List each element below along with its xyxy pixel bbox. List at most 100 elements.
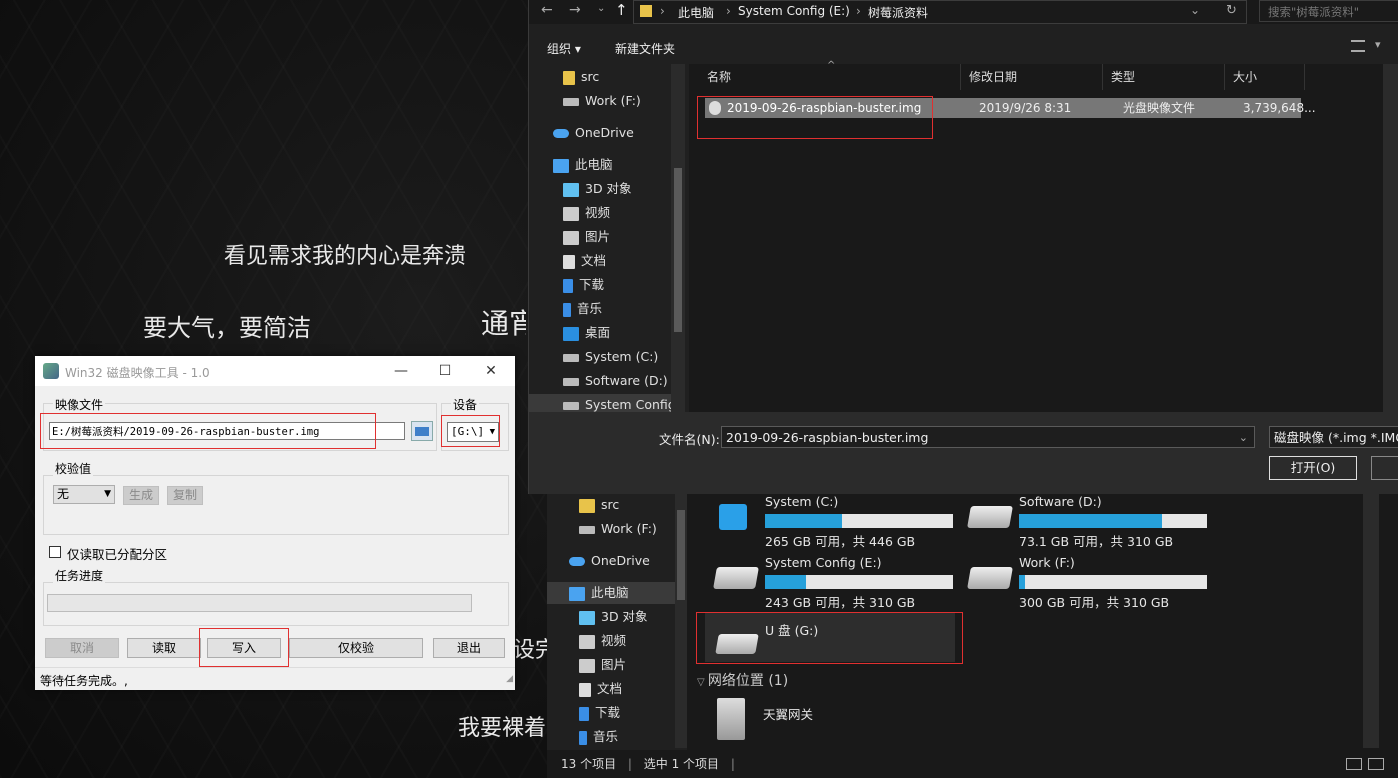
nav-downloads[interactable]: 下载 — [563, 274, 604, 296]
column-size[interactable]: 大小 — [1225, 64, 1305, 90]
read-button[interactable]: 读取 — [127, 638, 201, 658]
filetype-select[interactable]: 磁盘映像 (*.img *.IMG) — [1269, 426, 1398, 448]
up-arrow-icon[interactable]: ↑ — [615, 1, 628, 19]
nav-this-pc[interactable]: 此电脑 — [553, 154, 613, 176]
nav-music[interactable]: 音乐 — [563, 298, 602, 320]
nav-onedrive[interactable]: OneDrive — [569, 550, 650, 572]
resize-grip-icon[interactable]: ◢ — [506, 674, 513, 684]
breadcrumb-system-config[interactable]: System Config (E:) — [738, 4, 850, 18]
nav-src[interactable]: src — [579, 494, 619, 516]
cancel-button[interactable] — [1371, 456, 1398, 480]
nav-onedrive[interactable]: OneDrive — [553, 122, 634, 144]
verify-only-button[interactable]: 仅校验 — [289, 638, 423, 658]
computer-icon — [553, 158, 569, 173]
tiles-view-icon[interactable] — [1368, 758, 1384, 770]
chevron-down-icon[interactable]: ⌄ — [1190, 3, 1200, 17]
video-icon — [563, 206, 579, 221]
nav-video[interactable]: 视频 — [563, 202, 610, 224]
column-name[interactable]: 名称 — [699, 64, 961, 90]
chevron-down-icon: ▼ — [489, 427, 495, 437]
folder-icon — [579, 498, 595, 513]
close-button[interactable]: ✕ — [471, 360, 511, 382]
nav-downloads[interactable]: 下载 — [579, 702, 620, 724]
image-file-label: 映像文件 — [53, 396, 106, 413]
network-item-gateway[interactable]: 天翼网关 — [717, 696, 917, 744]
write-button[interactable]: 写入 — [207, 638, 281, 658]
maximize-button[interactable]: ☐ — [425, 360, 465, 382]
drive-c[interactable]: System (C:) 265 GB 可用，共 446 GB — [709, 494, 959, 549]
explorer-back-nav-scrollbar[interactable] — [675, 490, 687, 748]
scroll-thumb[interactable] — [674, 168, 682, 332]
dialog-nav-scrollbar[interactable] — [671, 64, 685, 412]
open-button[interactable]: 打开(O) — [1269, 456, 1357, 480]
drive-usage-bar — [1019, 575, 1207, 589]
nav-documents[interactable]: 文档 — [563, 250, 606, 272]
nav-src[interactable]: src — [563, 66, 599, 88]
desktop-icon — [563, 326, 579, 341]
generate-hash-button[interactable]: 生成 — [123, 486, 159, 505]
app-icon — [43, 363, 59, 379]
nav-desktop[interactable]: 桌面 — [563, 322, 610, 344]
nav-system-c[interactable]: System (C:) — [563, 346, 658, 368]
usage-fill — [1019, 575, 1025, 589]
slogan-4: 设完 — [513, 638, 547, 663]
slogan-2: 要大气，要简洁 — [143, 314, 311, 342]
drive-f[interactable]: Work (F:) 300 GB 可用，共 310 GB — [963, 555, 1213, 610]
filename-input[interactable]: 2019-09-26-raspbian-buster.img ⌄ — [721, 426, 1255, 448]
file-list-scrollbar[interactable] — [1383, 64, 1398, 412]
nav-pictures[interactable]: 图片 — [563, 226, 610, 248]
nav-work-f[interactable]: Work (F:) — [579, 518, 657, 540]
cancel-button[interactable]: 取消 — [45, 638, 119, 658]
breadcrumb-this-pc[interactable]: 此电脑 — [678, 4, 714, 21]
image-path-input[interactable] — [49, 422, 405, 440]
nav-pictures[interactable]: 图片 — [579, 654, 626, 676]
nav-documents[interactable]: 文档 — [579, 678, 622, 700]
view-options-icon[interactable] — [1351, 40, 1365, 52]
explorer-back-main-scrollbar[interactable] — [1363, 490, 1379, 748]
hash-type-select[interactable]: 无 ▼ — [53, 485, 115, 504]
drive-e[interactable]: System Config (E:) 243 GB 可用，共 310 GB — [709, 555, 959, 610]
read-only-allocated-checkbox[interactable] — [49, 546, 61, 558]
exit-button[interactable]: 退出 — [433, 638, 505, 658]
scroll-thumb[interactable] — [677, 510, 685, 600]
cloud-icon — [553, 129, 569, 138]
nav-software-d[interactable]: Software (D:) — [563, 370, 668, 392]
network-section-header[interactable]: ▽ 网络位置 (1) — [697, 670, 788, 690]
nav-3d[interactable]: 3D 对象 — [563, 178, 632, 200]
drive-d[interactable]: Software (D:) 73.1 GB 可用，共 310 GB — [963, 494, 1213, 549]
recent-chevron-icon[interactable]: ⌄ — [597, 3, 605, 14]
drive-icon — [579, 525, 595, 534]
chevron-down-icon[interactable]: ⌄ — [1239, 427, 1248, 449]
hash-group — [43, 475, 509, 535]
search-input[interactable]: 搜索"树莓派资料" — [1259, 0, 1398, 22]
refresh-icon[interactable]: ↻ — [1226, 3, 1237, 18]
device-select[interactable]: [G:\] ▼ — [447, 422, 499, 442]
cloud-icon — [569, 557, 585, 566]
breadcrumb[interactable]: › 此电脑 › System Config (E:) › 树莓派资料 ⌄ ↻ — [633, 0, 1247, 24]
back-arrow-icon[interactable]: ← — [541, 2, 553, 18]
chevron-down-icon[interactable]: ▾ — [1375, 38, 1381, 51]
nav-music[interactable]: 音乐 — [579, 726, 618, 748]
drive-usb-g[interactable]: U 盘 (G:) — [705, 612, 955, 662]
breadcrumb-folder[interactable]: 树莓派资料 — [868, 4, 928, 21]
new-folder-button[interactable]: 新建文件夹 — [615, 40, 675, 57]
computer-icon — [569, 586, 585, 601]
copy-hash-button[interactable]: 复制 — [167, 486, 203, 505]
minimize-button[interactable]: — — [381, 360, 421, 382]
column-type[interactable]: 类型 — [1103, 64, 1225, 90]
dialog-nav-pane: src Work (F:) OneDrive 此电脑 3D 对象 视频 图片 文… — [529, 64, 687, 416]
details-view-icon[interactable] — [1346, 758, 1362, 770]
file-row-selected[interactable]: 2019-09-26-raspbian-buster.img 2019/9/26… — [705, 98, 1316, 118]
nav-video[interactable]: 视频 — [579, 630, 626, 652]
organize-button[interactable]: 组织 ▾ — [547, 40, 581, 57]
device-label: 设备 — [451, 396, 480, 413]
nav-work-f[interactable]: Work (F:) — [563, 90, 641, 112]
download-icon — [579, 706, 589, 721]
nav-this-pc[interactable]: 此电脑 — [547, 582, 675, 604]
browse-folder-icon[interactable] — [411, 421, 433, 441]
cube-icon — [563, 182, 579, 197]
nav-3d[interactable]: 3D 对象 — [579, 606, 648, 628]
column-date[interactable]: 修改日期 — [961, 64, 1103, 90]
forward-arrow-icon[interactable]: → — [569, 2, 581, 18]
drive-icon — [967, 567, 1013, 589]
